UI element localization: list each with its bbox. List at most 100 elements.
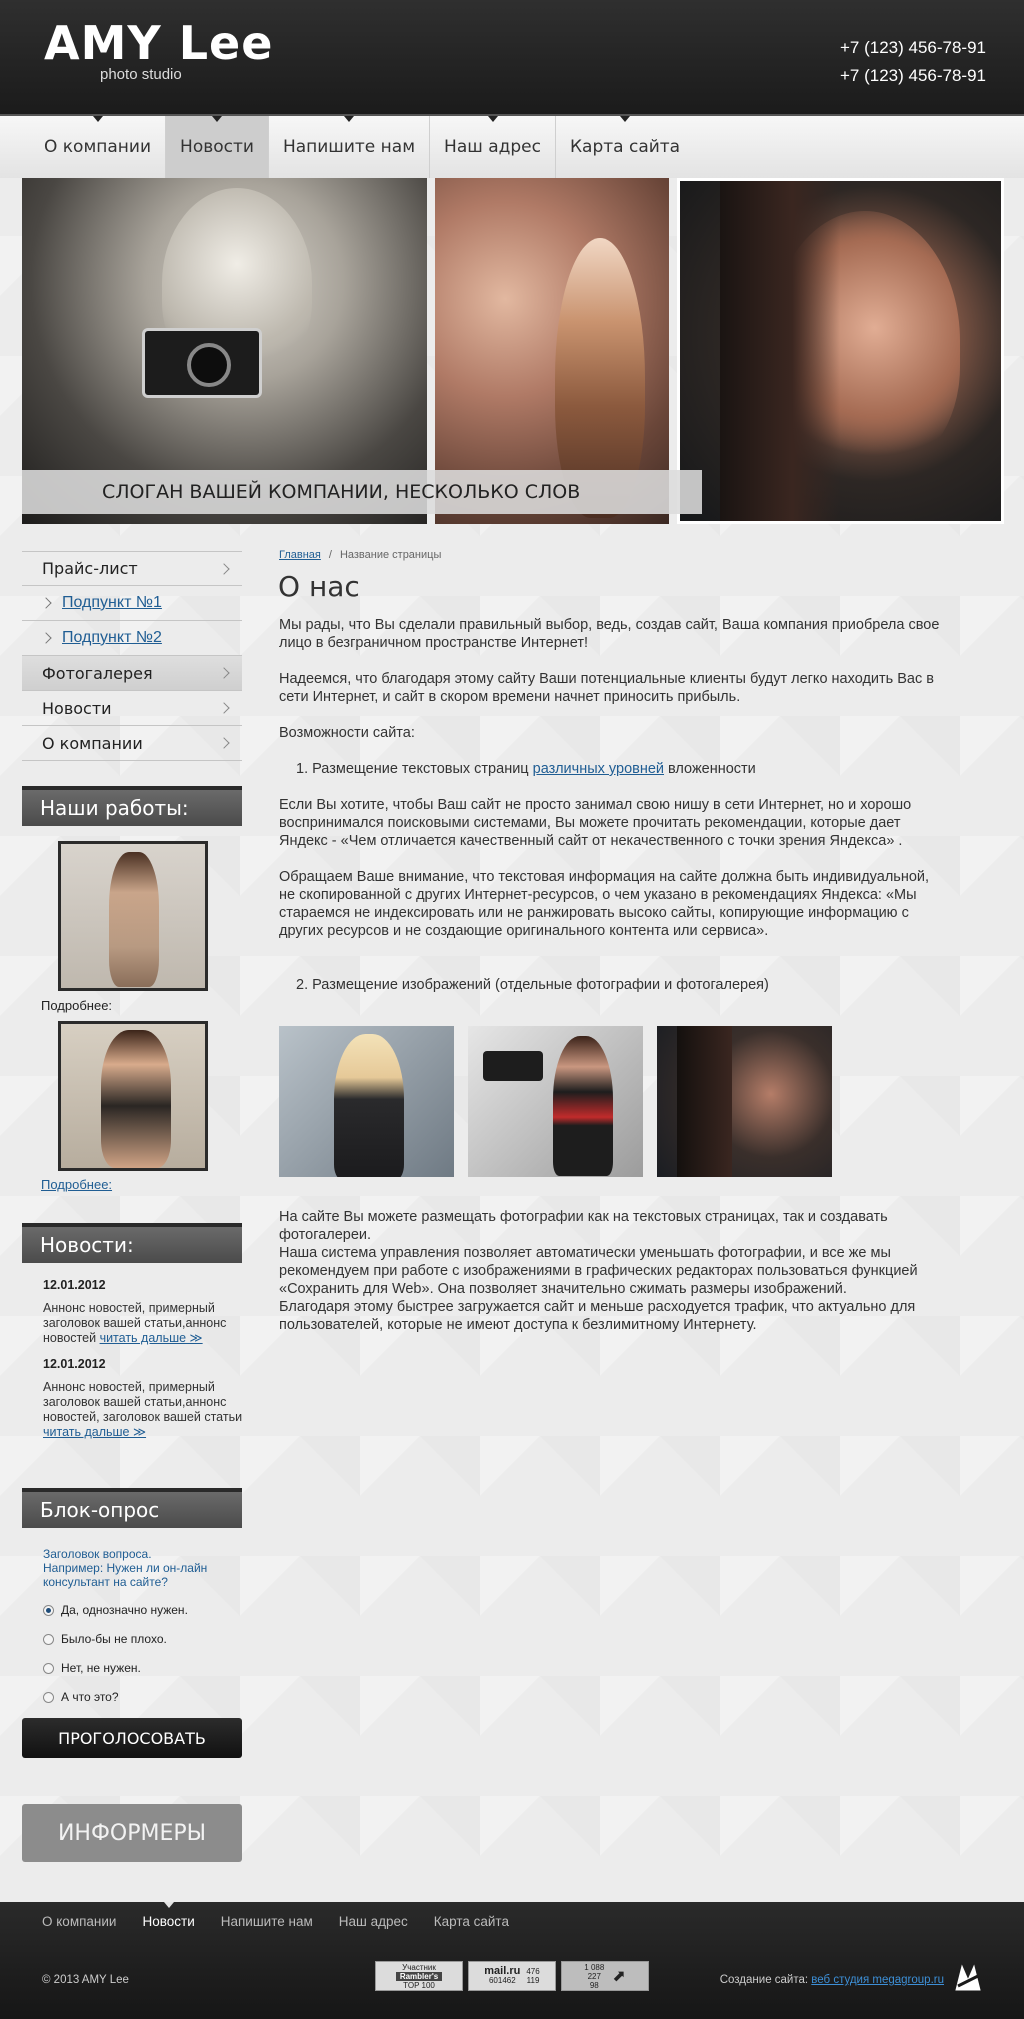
content-paragraph: Надеемся, что благодаря этому сайту Ваши… [279,671,934,705]
breadcrumb-separator: / [328,549,332,561]
sidebar-item-label: Прайс-лист [42,559,138,578]
phone-2: +7 (123) 456-78-91 [839,66,986,85]
poll-question: Заголовок вопроса. Например: Нужен ли он… [43,1547,243,1589]
news-block-title: Новости: [22,1223,242,1263]
levels-link[interactable]: различных уровней [533,761,664,777]
breadcrumb-home-link[interactable]: Главная [279,549,321,561]
radio-unchecked[interactable] [43,1633,54,1645]
rambler-counter[interactable]: Участник Rambler's TOP 100 [375,1961,463,1991]
sidebar-item-news[interactable]: Новости [22,691,242,726]
sidebar-item-label: Фотогалерея [42,663,153,683]
footer-nav-address[interactable]: Наш адрес [339,1914,408,1929]
news-item: 12.01.2012 Аннонс новостей, примерный за… [43,1357,248,1440]
sidebar-item-gallery[interactable]: Фотогалерея [22,656,242,691]
sidebar-item-label: Подпункт №2 [62,629,162,646]
nav-item-news[interactable]: Новости [166,116,269,178]
poll-option-not-bad[interactable]: Было-бы не плохо. [43,1632,167,1646]
works-more-link[interactable]: Подробнее: [41,1177,112,1192]
nav-item-about[interactable]: О компании [30,116,167,178]
gallery-image-3[interactable] [657,1026,832,1177]
news-item: 12.01.2012 Аннонс новостей, примерный за… [43,1278,248,1346]
counter-text: Rambler's [395,1971,443,1981]
gallery-image-1[interactable] [279,1026,454,1177]
content-paragraph: Возможности сайта: [279,725,415,741]
banner-slogan: СЛОГАН ВАШЕЙ КОМПАНИИ, НЕСКОЛЬКО СЛОВ [22,470,702,514]
sidebar-item-label: Подпункт №1 [62,594,162,611]
copyright: © 2013 AMY Lee [42,1974,129,1986]
footer: О компании Новости Напишите нам Наш адре… [0,1902,1024,2019]
gallery-image-2[interactable] [468,1026,643,1177]
chevron-right-icon [218,563,230,575]
list-item-text: вложенности [664,761,756,777]
poll-option-what[interactable]: А что это? [43,1690,119,1704]
footer-nav-about[interactable]: О компании [42,1914,116,1929]
content-list-item: 2. Размещение изображений (отдельные фот… [296,977,769,993]
content-paragraph: Мы рады, что Вы сделали правильный выбор… [279,617,940,651]
informers-button[interactable]: ИНФОРМЕРЫ [22,1804,242,1862]
content-paragraph: Благодаря этому быстрее загружается сайт… [279,1299,916,1333]
content-paragraph: На сайте Вы можете размещать фотографии … [279,1209,888,1243]
nav-item-address[interactable]: Наш адрес [430,116,556,178]
mailru-counter[interactable]: mail.ru 601462 476 119 [468,1961,556,1991]
content-paragraph: Обращаем Ваше внимание, что текстовая ин… [279,869,930,939]
nav-item-label: Наш адрес [444,137,541,157]
content-list-item: 1. Размещение текстовых страниц различны… [296,760,961,778]
sidebar-subitem-2[interactable]: Подпункт №2 [22,621,242,656]
footer-nav-write-us[interactable]: Напишите нам [221,1914,313,1929]
news-read-more-link[interactable]: читать дальше ≫ [43,1425,146,1439]
poll-option-yes[interactable]: Да, однозначно нужен. [43,1603,188,1617]
arrow-icon: ⬈ [612,1967,626,1985]
vote-button[interactable]: ПРОГОЛОСОВАТЬ [22,1718,242,1758]
content-paragraph: Наша система управления позволяет автома… [279,1245,918,1297]
banner: СЛОГАН ВАШЕЙ КОМПАНИИ, НЕСКОЛЬКО СЛОВ [22,178,1004,524]
nav-item-label: О компании [44,137,152,157]
megagroup-logo-icon[interactable] [954,1962,982,1994]
footer-nav-news[interactable]: Новости [142,1902,195,1929]
poll-block-title: Блок-опрос [22,1488,242,1528]
header: AMY Lee photo studio +7 (123) 456-78-91 … [0,0,1024,116]
sidebar-item-label: О компании [42,733,143,753]
top-nav: О компании Новости Напишите нам Наш адре… [0,116,1024,178]
breadcrumb-current: Название страницы [339,549,442,561]
sidebar-menu: Прайс-лист Подпункт №1 Подпункт №2 Фотог… [22,551,242,761]
nav-item-sitemap[interactable]: Карта сайта [556,116,694,178]
poll-question-title: Заголовок вопроса. [43,1547,152,1561]
counter-text: 119 [526,1976,540,1985]
logo[interactable]: AMY Lee photo studio [44,18,273,83]
sidebar-subitem-1[interactable]: Подпункт №1 [22,586,242,621]
poll-question-text: Например: Нужен ли он-лайн консультант н… [43,1561,208,1589]
chevron-right-icon [218,667,230,679]
radio-unchecked[interactable] [43,1662,54,1674]
sidebar-item-price-list[interactable]: Прайс-лист [22,551,242,586]
work-thumb-1[interactable] [58,841,208,991]
creator-label: Создание сайта: [719,1974,809,1986]
poll-option-label: Было-бы не плохо. [61,1632,167,1646]
banner-photo-portrait [677,178,1004,524]
news-date: 12.01.2012 [43,1278,106,1292]
liveinternet-counter[interactable]: 1 088 227 98 ⬈ [561,1961,649,1991]
page-title: О нас [278,570,360,603]
creator-link[interactable]: веб студия megagroup.ru [811,1974,944,1986]
news-date: 12.01.2012 [43,1357,106,1371]
counter-text: 476 [526,1967,540,1976]
poll-option-label: Да, однозначно нужен. [61,1603,188,1617]
nav-item-label: Напишите нам [282,137,416,157]
radio-checked[interactable] [43,1604,54,1616]
sidebar-item-about[interactable]: О компании [22,726,242,761]
poll-option-label: А что это? [61,1690,119,1704]
news-text: Аннонс новостей, примерный заголовок ваш… [43,1380,243,1424]
chevron-right-icon [218,702,230,714]
poll-option-no[interactable]: Нет, не нужен. [43,1661,141,1675]
news-read-more-link[interactable]: читать дальше ≫ [100,1331,203,1345]
radio-unchecked[interactable] [43,1691,54,1703]
footer-nav-sitemap[interactable]: Карта сайта [434,1914,509,1929]
counter-text: 227 [587,1971,601,1981]
works-more-label: Подробнее: [41,998,113,1013]
work-thumb-2[interactable] [58,1021,208,1171]
nav-item-label: Новости [180,137,254,157]
nav-item-write-us[interactable]: Напишите нам [269,116,431,178]
phones: +7 (123) 456-78-91 +7 (123) 456-78-91 [840,34,986,90]
logo-title: AMY Lee [44,16,274,70]
breadcrumb: Главная / Название страницы [279,549,441,561]
counters: Участник Rambler's TOP 100 mail.ru 60146… [375,1961,649,1991]
